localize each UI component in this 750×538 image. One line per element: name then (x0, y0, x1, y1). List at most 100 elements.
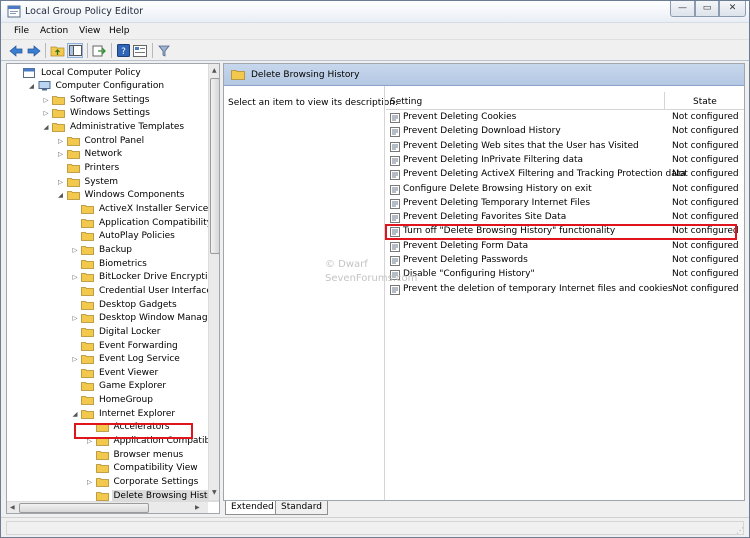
expanded-arrow-icon[interactable]: ◢ (71, 409, 79, 418)
tree-item-label: Network (84, 149, 123, 160)
collapsed-arrow-icon[interactable]: ▷ (71, 355, 79, 364)
tree-item[interactable]: ▷ Network (57, 148, 125, 161)
setting-name: Prevent Deleting Passwords (403, 255, 528, 265)
tree-item-label: Windows Components (84, 190, 185, 201)
tree-item[interactable]: ▷ Desktop Window Manager (71, 312, 219, 325)
collapsed-arrow-icon[interactable]: ▷ (42, 109, 50, 118)
collapsed-arrow-icon[interactable]: ▷ (42, 95, 50, 104)
collapsed-arrow-icon[interactable]: ▷ (71, 273, 79, 282)
tree-item[interactable]: ▷ System (57, 175, 121, 188)
table-row[interactable]: Prevent Deleting Cookies Not configured (386, 111, 744, 125)
menu-file[interactable]: File (14, 26, 29, 36)
tree-item[interactable]: HomeGroup (71, 394, 155, 407)
menu-help[interactable]: Help (109, 26, 130, 36)
column-header-setting[interactable]: Setting (390, 97, 422, 107)
properties-icon[interactable] (132, 43, 148, 58)
tree-item[interactable]: ◢ Computer Configuration (28, 80, 167, 93)
status-bar: ⋰ (1, 517, 749, 537)
tree-item[interactable]: Compatibility View (86, 462, 200, 475)
table-row[interactable]: Prevent Deleting ActiveX Filtering and T… (386, 168, 744, 182)
collapsed-arrow-icon[interactable]: ▷ (86, 478, 94, 487)
folder-icon (81, 409, 94, 419)
expanded-arrow-icon[interactable]: ◢ (28, 82, 36, 91)
menu-view[interactable]: View (79, 26, 100, 36)
table-row[interactable]: Prevent Deleting Web sites that the User… (386, 140, 744, 154)
table-row[interactable]: Disable "Configuring History" Not configu… (386, 268, 744, 282)
tree-item[interactable]: AutoPlay Policies (71, 230, 177, 243)
expanded-arrow-icon[interactable]: ◢ (57, 191, 65, 200)
tree-item[interactable]: Event Viewer (71, 366, 160, 379)
tree-item[interactable]: ▷ Software Settings (42, 93, 151, 106)
help-icon[interactable]: ? (115, 43, 131, 58)
tree-item[interactable]: ▷ Corporate Settings (86, 476, 201, 489)
tree-item[interactable]: Browser menus (86, 448, 186, 461)
tree-horizontal-scroll-thumb[interactable] (19, 503, 149, 513)
tree-item[interactable]: Game Explorer (71, 380, 168, 393)
collapsed-arrow-icon[interactable]: ▷ (71, 314, 79, 323)
console-tree: Local Computer Policy ◢ Computer Configura… (6, 63, 220, 514)
menu-bar: File Action View Help (1, 23, 749, 40)
tree-item[interactable]: ▷ Event Log Service (71, 353, 182, 366)
tree-item[interactable]: ◢ Windows Components (57, 189, 187, 202)
tree-vertical-scrollbar[interactable]: ▲ ▼ (208, 64, 219, 500)
title-bar: Local Group Policy Editor — ▭ ✕ (1, 1, 749, 23)
collapsed-arrow-icon[interactable]: ▷ (57, 150, 65, 159)
tab-extended[interactable]: Extended (225, 501, 280, 515)
column-header-state[interactable]: State (693, 97, 717, 107)
scroll-up-arrow-icon[interactable]: ▲ (212, 67, 217, 74)
tree-item[interactable]: ActiveX Installer Service (71, 203, 210, 216)
export-list-icon[interactable] (91, 43, 107, 58)
column-divider[interactable] (664, 92, 665, 110)
tree-item[interactable]: Printers (57, 162, 122, 175)
tree-vertical-scroll-thumb[interactable] (210, 78, 219, 254)
table-row[interactable]: Prevent Deleting Temporary Internet File… (386, 197, 744, 211)
close-button[interactable]: ✕ (719, 1, 746, 17)
table-row[interactable]: Prevent Deleting Favorites Site Data Not … (386, 211, 744, 225)
tree-item[interactable]: Credential User Interface (71, 284, 214, 297)
tree-item-label: Desktop Gadgets (99, 299, 177, 310)
tree-item[interactable]: ◢ Administrative Templates (42, 121, 186, 134)
tree-item[interactable]: ◢ Internet Explorer (71, 407, 177, 420)
setting-state: Not configured (672, 126, 739, 137)
tree-horizontal-scrollbar[interactable]: ◀ ▶ (7, 501, 208, 513)
tree-item[interactable]: ▷ BitLocker Drive Encryption (71, 271, 219, 284)
forward-arrow-icon[interactable] (26, 43, 42, 58)
tree-item[interactable]: Local Computer Policy (13, 66, 143, 79)
show-hide-tree-icon[interactable] (67, 43, 83, 58)
setting-name: Prevent Deleting InPrivate Filtering dat… (403, 154, 584, 165)
collapsed-arrow-icon[interactable]: ▷ (57, 177, 65, 186)
scroll-down-arrow-icon[interactable]: ▼ (212, 489, 217, 496)
menu-action[interactable]: Action (40, 26, 68, 36)
tree-item[interactable]: ▷ Windows Settings (42, 107, 152, 120)
tree-item[interactable]: Biometrics (71, 257, 149, 270)
tree-item[interactable]: ▷ Control Panel (57, 134, 147, 147)
tree-item-label: Backup (99, 244, 132, 255)
collapsed-arrow-icon[interactable]: ▷ (71, 245, 79, 254)
table-row[interactable]: Prevent the deletion of temporary Intern… (386, 283, 744, 297)
tree-item-label: HomeGroup (99, 395, 153, 406)
description-text: Select an item to view its description. (228, 98, 398, 108)
resize-grip-icon[interactable]: ⋰ (736, 526, 744, 535)
table-row[interactable]: Prevent Deleting InPrivate Filtering dat… (386, 154, 744, 168)
tree-item[interactable]: Digital Locker (71, 325, 163, 338)
back-arrow-icon[interactable] (8, 43, 24, 58)
filter-icon[interactable] (156, 43, 172, 58)
tree-item[interactable]: Application Compatibility (71, 216, 214, 229)
expanded-arrow-icon[interactable]: ◢ (42, 123, 50, 132)
scroll-left-arrow-icon[interactable]: ◀ (10, 504, 15, 511)
tree-item-label: Digital Locker (99, 326, 161, 337)
tree-item[interactable]: ▷ Backup (71, 243, 134, 256)
tree-item[interactable]: Event Forwarding (71, 339, 180, 352)
table-row[interactable]: Configure Delete Browsing History on exi… (386, 183, 744, 197)
table-row[interactable]: Prevent Deleting Download History Not con… (386, 125, 744, 139)
table-row[interactable]: Prevent Deleting Passwords Not configured (386, 254, 744, 268)
minimize-button[interactable]: — (670, 1, 695, 17)
maximize-button[interactable]: ▭ (695, 1, 719, 17)
policy-root-icon (23, 67, 35, 78)
up-folder-icon[interactable] (49, 43, 65, 58)
tree-item[interactable]: Desktop Gadgets (71, 298, 179, 311)
collapsed-arrow-icon[interactable]: ▷ (57, 136, 65, 145)
tab-standard[interactable]: Standard (275, 501, 328, 515)
scroll-right-arrow-icon[interactable]: ▶ (195, 504, 200, 511)
table-row[interactable]: Prevent Deleting Form Data Not configured (386, 240, 744, 254)
